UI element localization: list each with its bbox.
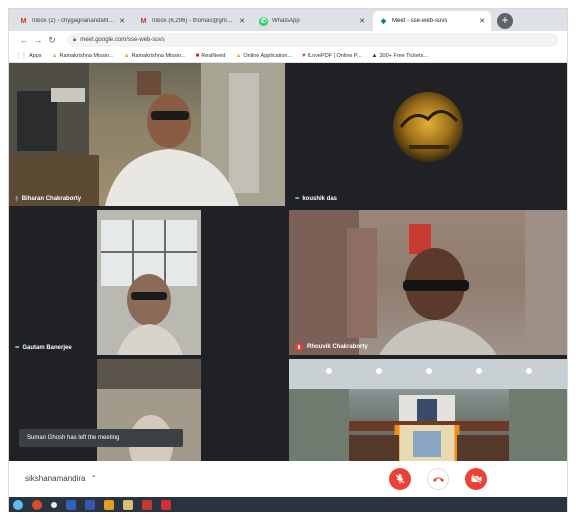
- participant-video: [9, 63, 285, 206]
- participant-name-tag: Rhouvik Chakraborty: [295, 343, 368, 351]
- participant-name: koushik das: [302, 196, 337, 202]
- participant-video: [289, 210, 567, 355]
- meet-video-grid: ·|· Biharan Chakraborty ••• koushik das …: [9, 63, 567, 461]
- participant-tile[interactable]: ·|· Biharan Chakraborty: [9, 63, 285, 206]
- close-icon[interactable]: ✕: [479, 17, 485, 25]
- tab-strip: M Inbox (2) - chygagnanandafitn... ✕ M I…: [9, 9, 567, 31]
- os-taskbar: [9, 497, 567, 512]
- chevron-up-icon: ⌃: [90, 474, 98, 483]
- start-icon[interactable]: [13, 499, 23, 510]
- participant-avatar: [393, 92, 463, 162]
- meet-control-bar: sikshanamandira ⌃: [9, 461, 567, 497]
- camera-off-icon: [470, 473, 482, 485]
- bookmark-item[interactable]: ▲ Online Application...: [235, 53, 292, 59]
- participant-name: Gautam Banerjee: [22, 345, 72, 351]
- bookmark-item[interactable]: ♥ ILovePDF | Online P...: [302, 53, 361, 59]
- app-icon[interactable]: [161, 499, 171, 510]
- apps-grid-icon: ⋮⋮: [15, 53, 27, 59]
- url-text: meet.google.com/sse-web-suvs: [80, 37, 165, 43]
- meeting-name: sikshanamandira: [25, 474, 86, 483]
- participant-name: Rhouvik Chakraborty: [307, 344, 368, 350]
- participant-video: [97, 210, 201, 355]
- bookmark-item[interactable]: ▲ Ramakrishna Missio...: [52, 53, 114, 59]
- participant-tile[interactable]: Rhouvik Chakraborty: [289, 210, 567, 355]
- app-icon[interactable]: [32, 499, 42, 510]
- speaking-icon: ·|·: [15, 196, 19, 202]
- bookmarks-bar: ⋮⋮ Apps ▲ Ramakrishna Missio... ▲ Ramakr…: [9, 49, 567, 63]
- reload-icon[interactable]: ↻: [45, 35, 59, 46]
- bookmark-item[interactable]: ■ ResiNeed: [196, 53, 226, 59]
- bookmark-label: Online Application...: [243, 52, 293, 59]
- app-icon[interactable]: [51, 501, 57, 508]
- mic-off-icon: [395, 474, 405, 484]
- participant-name-tag: ••• koushik das: [295, 196, 337, 202]
- tab-whatsapp[interactable]: ✆ WhatsApp ✕: [253, 11, 371, 31]
- bookmark-label: Apps: [29, 52, 42, 59]
- app-icon[interactable]: [142, 499, 152, 510]
- close-icon[interactable]: ✕: [239, 17, 245, 25]
- meet-icon: ◆: [380, 18, 387, 25]
- close-icon[interactable]: ✕: [359, 17, 365, 25]
- new-tab-button[interactable]: +: [497, 13, 513, 29]
- bookmark-label: Ramakrishna Missio...: [131, 52, 186, 59]
- address-bar: ← → ↻ 🔒︎ meet.google.com/sse-web-suvs: [9, 31, 567, 49]
- participant-name-tag: ·|· Biharan Chakraborty: [15, 196, 81, 202]
- participant-video: [289, 359, 567, 461]
- url-input[interactable]: 🔒︎ meet.google.com/sse-web-suvs: [67, 33, 559, 47]
- tab-gmail-1[interactable]: M Inbox (2) - chygagnanandafitn... ✕: [13, 11, 131, 31]
- ticket-icon: ▲: [371, 52, 378, 59]
- bookmark-folder-icon: ▲: [123, 52, 130, 59]
- gmail-icon: M: [140, 17, 147, 25]
- gmail-icon: M: [20, 17, 27, 25]
- mic-toggle-button[interactable]: [389, 468, 411, 490]
- app-icon[interactable]: [85, 499, 95, 510]
- bookmark-apps[interactable]: ⋮⋮ Apps: [15, 52, 42, 60]
- tab-label: Meet - sse-web-suvs: [392, 18, 448, 24]
- participant-tile[interactable]: ••• Gautam Banerjee: [9, 210, 285, 355]
- app-icon[interactable]: [66, 499, 76, 510]
- bookmark-item[interactable]: ▲ 300+ Free Tickets...: [372, 53, 428, 59]
- back-icon[interactable]: ←: [17, 35, 31, 45]
- mic-on-icon: •••: [15, 345, 19, 351]
- mic-off-icon: [295, 343, 303, 351]
- participant-tile[interactable]: [289, 359, 567, 461]
- bookmark-label: 300+ Free Tickets...: [379, 52, 428, 59]
- bookmark-folder-icon: ▲: [235, 52, 242, 59]
- camera-toggle-button[interactable]: [465, 468, 487, 490]
- forward-icon[interactable]: →: [31, 35, 45, 45]
- bookmark-label: ILovePDF | Online P...: [307, 52, 362, 59]
- ilovepdf-icon: ♥: [302, 52, 306, 59]
- leave-call-button[interactable]: [427, 468, 449, 490]
- tab-gmail-2[interactable]: M Inbox (6,296) - thomas@gmail... ✕: [133, 11, 251, 31]
- tab-label: WhatsApp: [272, 18, 300, 24]
- app-icon[interactable]: [123, 499, 133, 510]
- lock-icon: 🔒︎: [73, 36, 77, 43]
- participant-tile[interactable]: ••• koushik das: [289, 63, 567, 206]
- close-icon[interactable]: ✕: [119, 17, 125, 25]
- participant-name: Biharan Chakraborty: [21, 196, 82, 202]
- tab-label: Inbox (2) - chygagnanandafitn...: [32, 18, 117, 24]
- bookmark-label: Ramakrishna Missio...: [59, 52, 114, 59]
- mic-on-icon: •••: [295, 196, 299, 202]
- participant-name-tag: ••• Gautam Banerjee: [15, 345, 72, 351]
- tab-label: Inbox (6,296) - thomas@gmail...: [152, 18, 237, 24]
- resi-icon: ■: [195, 52, 200, 59]
- tab-meet[interactable]: ◆ Meet - sse-web-suvs ✕: [373, 11, 491, 31]
- whatsapp-icon: ✆: [259, 16, 268, 26]
- bookmark-folder-icon: ▲: [51, 52, 58, 59]
- browser-window: M Inbox (2) - chygagnanandafitn... ✕ M I…: [8, 8, 568, 512]
- bookmark-item[interactable]: ▲ Ramakrishna Missio...: [124, 53, 186, 59]
- app-icon[interactable]: [104, 499, 114, 510]
- hang-up-icon: [432, 477, 444, 482]
- bookmark-label: ResiNeed: [201, 52, 226, 59]
- notification-toast: Suman Ghosh has left the meeting: [19, 429, 183, 447]
- meeting-details-button[interactable]: sikshanamandira ⌃: [25, 474, 97, 483]
